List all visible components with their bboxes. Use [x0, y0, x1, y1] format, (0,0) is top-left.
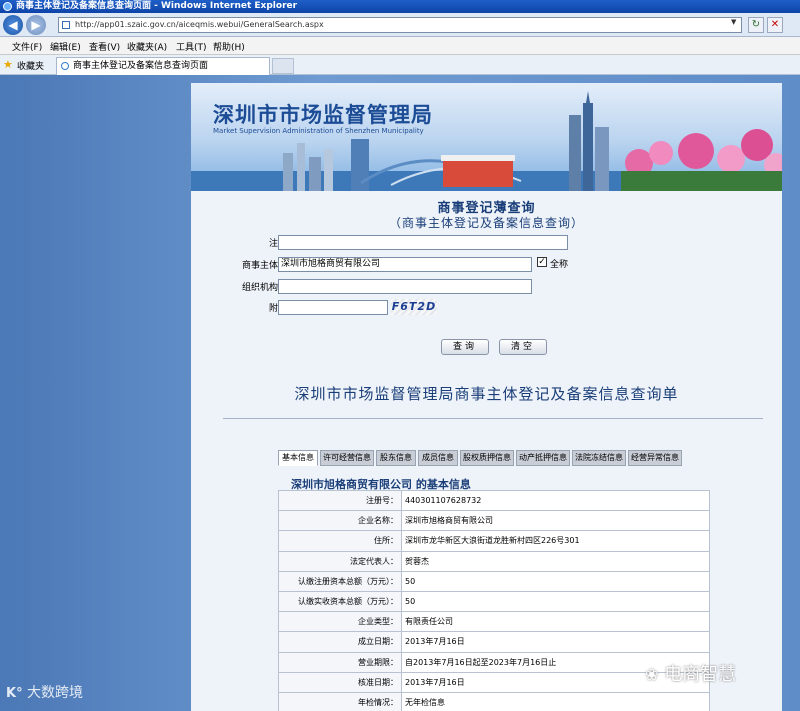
url-input[interactable]: http://app01.szaic.gov.cn/aiceqmis.webui…: [58, 17, 742, 33]
table-row: 认缴实收资本总额（万元）： 50: [278, 590, 710, 613]
back-icon[interactable]: ◀: [3, 15, 23, 35]
table-row: 年检情况： 无年检信息: [278, 691, 710, 711]
field-value: 贺蓉杰: [401, 550, 710, 572]
field-label: 营业期限：: [278, 651, 402, 673]
tab-label: 商事主体登记及备案信息查询页面: [73, 61, 209, 71]
chevron-down-icon[interactable]: ▼: [731, 18, 736, 26]
report-title: 深圳市市场监督管理局商事主体登记及备案信息查询单: [294, 385, 679, 403]
site-banner: 深圳市市场监督管理局 Market Supervision Administra…: [191, 83, 782, 191]
field-label: 企业类型：: [278, 611, 402, 633]
tab-basic-info[interactable]: 基本信息: [278, 450, 318, 466]
menu-bar: 文件(F) 编辑(E) 查看(V) 收藏夹(A) 工具(T) 帮助(H): [0, 37, 800, 55]
field-label: 核准日期：: [278, 671, 402, 693]
watermark-logo-icon: K°: [6, 686, 23, 701]
field-value: 无年检信息: [401, 691, 710, 711]
entity-name-input[interactable]: 深圳市旭格商贸有限公司: [278, 257, 532, 272]
forward-icon[interactable]: ▶: [26, 15, 46, 35]
window-title: 商事主体登记及备案信息查询页面 - Windows Internet Explo…: [16, 1, 298, 11]
field-value: 50: [401, 570, 710, 592]
clear-button[interactable]: 清空: [499, 339, 547, 355]
watermark-right-text: 电商智慧: [664, 664, 737, 685]
page-content: 深圳市市场监督管理局 Market Supervision Administra…: [191, 83, 782, 711]
refresh-icon[interactable]: ↻: [748, 17, 764, 33]
new-tab-button[interactable]: [272, 58, 294, 74]
favorites-button[interactable]: 收藏夹: [17, 59, 44, 72]
table-row: 住所： 深圳市龙华新区大浪街道龙胜新村四区226号301: [278, 530, 710, 552]
field-label: 法定代表人：: [278, 550, 402, 572]
menu-help[interactable]: 帮助(H): [213, 40, 245, 53]
field-value: 深圳市龙华新区大浪街道龙胜新村四区226号301: [401, 530, 710, 552]
browser-tab[interactable]: 商事主体登记及备案信息查询页面: [56, 57, 270, 75]
field-value: 440301107628732: [401, 489, 710, 512]
form-subtitle: （商事主体登记及备案信息查询）: [388, 216, 584, 230]
site-subtitle: Market Supervision Administration of She…: [213, 127, 424, 135]
field-value: 有限责任公司: [401, 611, 710, 633]
table-row: 企业类型： 有限责任公司: [278, 611, 710, 633]
star-icon[interactable]: ★: [3, 58, 13, 71]
captcha-image[interactable]: F6T2D: [391, 299, 437, 315]
menu-file[interactable]: 文件(F): [12, 40, 42, 53]
watermark-right: ❀ 电商智慧: [645, 660, 736, 686]
tab-license-info[interactable]: 许可经营信息: [320, 450, 374, 466]
address-bar: ◀ ▶ http://app01.szaic.gov.cn/aiceqmis.w…: [0, 13, 800, 37]
watermark-left-text: 大数跨境: [27, 685, 84, 701]
page-viewport: 深圳市市场监督管理局 Market Supervision Administra…: [0, 75, 800, 711]
tab-abnormal-info[interactable]: 经营异常信息: [628, 450, 682, 466]
field-label: 年检情况：: [278, 691, 402, 711]
field-label: 认缴注册资本总额（万元）：: [278, 570, 402, 592]
table-row: 认缴注册资本总额（万元）： 50: [278, 570, 710, 592]
menu-view[interactable]: 查看(V): [89, 40, 120, 53]
window-titlebar: 商事主体登记及备案信息查询页面 - Windows Internet Explo…: [0, 0, 800, 13]
field-value: 50: [401, 590, 710, 613]
field-label: 企业名称：: [278, 510, 402, 532]
search-button[interactable]: 查询: [441, 339, 489, 355]
field-label: 住所：: [278, 530, 402, 552]
page-icon: [62, 21, 70, 29]
field-value: 2013年7月16日: [401, 631, 710, 653]
wechat-icon: ❀: [645, 665, 659, 684]
tab-member-info[interactable]: 成员信息: [418, 450, 458, 466]
tab-equity-pledge-info[interactable]: 股权质押信息: [460, 450, 514, 466]
field-label: 注册号：: [278, 489, 402, 512]
table-row: 注册号： 440301107628732: [278, 489, 710, 512]
tab-shareholder-info[interactable]: 股东信息: [376, 450, 416, 466]
fullname-label: 全称: [550, 260, 569, 270]
divider: [223, 418, 763, 419]
table-row: 成立日期： 2013年7月16日: [278, 631, 710, 653]
stop-icon[interactable]: ✕: [767, 17, 783, 33]
watermark-left: K° 大数跨境: [6, 682, 83, 702]
url-text: http://app01.szaic.gov.cn/aiceqmis.webui…: [75, 20, 324, 29]
field-value: 深圳市旭格商贸有限公司: [401, 510, 710, 532]
table-row: 企业名称： 深圳市旭格商贸有限公司: [278, 510, 710, 532]
tab-chattel-mortgage-info[interactable]: 动产抵押信息: [516, 450, 570, 466]
table-row: 法定代表人： 贺蓉杰: [278, 550, 710, 572]
tab-court-freeze-info[interactable]: 法院冻结信息: [572, 450, 626, 466]
ie-icon: [3, 2, 12, 11]
reg-no-input[interactable]: [278, 235, 568, 250]
site-title: 深圳市市场监督管理局: [213, 102, 433, 127]
ie-tab-icon: [61, 62, 69, 70]
menu-tools[interactable]: 工具(T): [176, 40, 207, 53]
extra-code-input[interactable]: [278, 300, 388, 315]
field-label: 认缴实收资本总额（万元）：: [278, 590, 402, 613]
org-code-input[interactable]: [278, 279, 532, 294]
menu-edit[interactable]: 编辑(E): [50, 40, 81, 53]
favorites-bar: ★ 收藏夹 商事主体登记及备案信息查询页面: [0, 55, 800, 75]
menu-favorites[interactable]: 收藏夹(A): [127, 40, 167, 53]
fullname-checkbox[interactable]: ✓: [537, 257, 547, 267]
field-label: 成立日期：: [278, 631, 402, 653]
